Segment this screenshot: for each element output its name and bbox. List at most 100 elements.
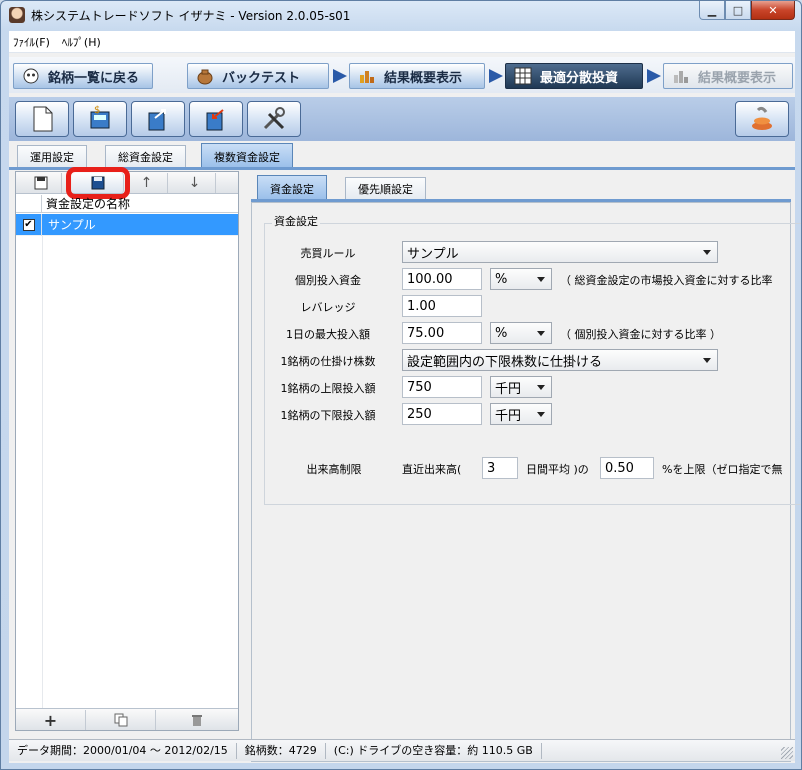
individual-capital-input[interactable]: 100.00 bbox=[402, 268, 482, 290]
app-icon bbox=[9, 7, 25, 23]
maximize-button[interactable]: □ bbox=[725, 1, 751, 20]
export-icon bbox=[148, 109, 166, 131]
status-stock-count: 銘柄数：4729 bbox=[237, 742, 326, 759]
trade-rule-value: サンプル bbox=[407, 246, 459, 262]
tab-multi-capital[interactable]: 複数資金設定 bbox=[201, 143, 293, 169]
window-title: 株システムトレードソフト イザナミ - Version 2.0.05-s01 bbox=[31, 9, 351, 23]
grid-divider bbox=[42, 236, 43, 708]
move-down-button[interactable]: ↓ bbox=[174, 173, 216, 193]
per-stock-shares-label: 1銘柄の仕掛け株数 bbox=[280, 355, 376, 368]
nav-result-summary[interactable]: 結果概要表示 bbox=[349, 63, 485, 89]
individual-capital-label: 個別投入資金 bbox=[295, 274, 361, 287]
chevron-down-icon bbox=[537, 277, 545, 282]
main-toolbar: $ bbox=[9, 97, 795, 141]
menu-help[interactable]: ﾍﾙﾌﾟ(H) bbox=[62, 34, 101, 50]
menu-file[interactable]: ﾌｧｲﾙ(F) bbox=[13, 34, 50, 50]
nav-backtest[interactable]: バックテスト bbox=[187, 63, 329, 89]
daily-max-unit-select[interactable]: % bbox=[490, 322, 552, 344]
chevron-down-icon bbox=[537, 412, 545, 417]
backtest-icon bbox=[196, 67, 214, 85]
upper-limit-label: 1銘柄の上限投入額 bbox=[280, 382, 376, 395]
chevron-down-icon bbox=[703, 358, 711, 363]
individual-capital-unit-select[interactable]: % bbox=[490, 268, 552, 290]
list-header-name: 資金設定の名称 bbox=[46, 197, 131, 211]
volume-text-1: 直近出来高( bbox=[402, 463, 462, 476]
copy-button[interactable] bbox=[86, 710, 156, 730]
nav-optimal-allocation[interactable]: 最適分散投資 bbox=[505, 63, 643, 89]
list-item[interactable]: ✔ サンプル bbox=[16, 213, 238, 236]
copy-icon bbox=[114, 713, 127, 727]
nav-result-summary-2[interactable]: 結果概要表示 bbox=[663, 63, 793, 89]
spreadsheet-icon bbox=[514, 67, 532, 85]
close-button[interactable]: ✕ bbox=[751, 1, 795, 20]
run-button[interactable] bbox=[735, 101, 789, 137]
tab-underline bbox=[9, 167, 795, 170]
summary-chart-icon bbox=[672, 67, 690, 85]
nav-summary2-label: 結果概要表示 bbox=[698, 70, 777, 86]
upper-limit-input[interactable]: 750 bbox=[402, 376, 482, 398]
capital-settings-content: 資金設定 売買ルール サンプル 個別投入資金 100.00 % （ 総資金設定の… bbox=[251, 202, 801, 762]
tools-button[interactable] bbox=[247, 101, 301, 137]
save-as-button[interactable] bbox=[20, 173, 62, 193]
tab-operation-settings[interactable]: 運用設定 bbox=[17, 145, 87, 167]
minimize-button[interactable]: ▁ bbox=[699, 1, 725, 20]
save-icon bbox=[91, 176, 104, 190]
move-up-button[interactable]: ↑ bbox=[126, 173, 168, 193]
daily-max-note: （ 個別投入資金に対する比率 ） bbox=[560, 328, 721, 341]
svg-text:$: $ bbox=[94, 105, 100, 116]
nav-back-to-list[interactable]: 銘柄一覧に戻る bbox=[13, 63, 153, 89]
trade-rule-label: 売買ルール bbox=[300, 247, 356, 260]
add-button[interactable]: + bbox=[16, 710, 86, 730]
arrow-right-icon bbox=[489, 69, 503, 83]
plus-icon: + bbox=[43, 710, 58, 730]
calculate-button[interactable]: $ bbox=[73, 101, 127, 137]
capital-detail-panel: 資金設定 優先順設定 資金設定 売買ルール サンプル 個別投入資金 100.00… bbox=[245, 171, 801, 762]
lower-limit-unit-select[interactable]: 千円 bbox=[490, 403, 552, 425]
nav-optimal-label: 最適分散投資 bbox=[540, 70, 619, 86]
new-button[interactable] bbox=[15, 101, 69, 137]
new-document-icon bbox=[33, 106, 53, 132]
tab-total-capital[interactable]: 総資金設定 bbox=[105, 145, 186, 167]
capital-settings-list: ↑ ↓ 資金設定の名称 ✔ サンプル + bbox=[15, 167, 239, 731]
tab-priority-settings[interactable]: 優先順設定 bbox=[345, 177, 426, 199]
detail-subtabs: 資金設定 優先順設定 bbox=[251, 175, 791, 201]
lower-limit-input[interactable]: 250 bbox=[402, 403, 482, 425]
per-stock-shares-select[interactable]: 設定範囲内の下限株数に仕掛ける bbox=[402, 349, 718, 371]
save-button[interactable] bbox=[66, 167, 130, 199]
delete-button[interactable] bbox=[156, 710, 238, 730]
tools-icon bbox=[263, 107, 285, 130]
daily-max-unit-value: % bbox=[495, 325, 508, 341]
per-stock-shares-value: 設定範囲内の下限株数に仕掛ける bbox=[407, 354, 603, 370]
tab-capital-settings[interactable]: 資金設定 bbox=[257, 175, 327, 201]
trade-rule-select[interactable]: サンプル bbox=[402, 241, 718, 263]
arrow-up-icon: ↑ bbox=[140, 175, 153, 191]
window-controls: ▁ □ ✕ bbox=[699, 1, 795, 20]
volume-ratio-input[interactable]: 0.50 bbox=[600, 457, 654, 479]
volume-days-input[interactable]: 3 bbox=[482, 457, 518, 479]
resize-grip[interactable] bbox=[781, 747, 793, 759]
menu-bar: ﾌｧｲﾙ(F) ﾍﾙﾌﾟ(H) bbox=[9, 31, 795, 53]
chevron-down-icon bbox=[703, 250, 711, 255]
settings-tabs: 運用設定 総資金設定 複数資金設定 bbox=[9, 143, 795, 169]
leverage-input[interactable]: 1.00 bbox=[402, 295, 482, 317]
list-item-checkbox[interactable]: ✔ bbox=[22, 218, 35, 231]
upper-limit-unit-select[interactable]: 千円 bbox=[490, 376, 552, 398]
export-button[interactable] bbox=[131, 101, 185, 137]
import-button[interactable] bbox=[189, 101, 243, 137]
chevron-down-icon bbox=[537, 331, 545, 336]
volume-limit-label: 出来高制限 bbox=[306, 463, 362, 476]
money-calculator-icon: $ bbox=[90, 105, 110, 129]
lower-limit-label: 1銘柄の下限投入額 bbox=[280, 409, 376, 422]
title-bar: 株システムトレードソフト イザナミ - Version 2.0.05-s01 ▁… bbox=[1, 1, 801, 29]
leverage-label: レバレッジ bbox=[300, 301, 356, 314]
save-icon bbox=[34, 176, 47, 190]
list-footer: + bbox=[16, 708, 238, 730]
chevron-down-icon bbox=[537, 385, 545, 390]
status-bar: データ期間：2000/01/04 〜 2012/02/15 銘柄数：4729 (… bbox=[9, 739, 795, 761]
stock-list-icon bbox=[22, 67, 40, 85]
arrow-right-icon bbox=[333, 69, 347, 83]
daily-max-input[interactable]: 75.00 bbox=[402, 322, 482, 344]
summary-chart-icon bbox=[358, 67, 376, 85]
status-data-period: データ期間：2000/01/04 〜 2012/02/15 bbox=[9, 742, 237, 759]
volume-text-3: %を上限（ゼロ指定で無 bbox=[662, 463, 783, 476]
